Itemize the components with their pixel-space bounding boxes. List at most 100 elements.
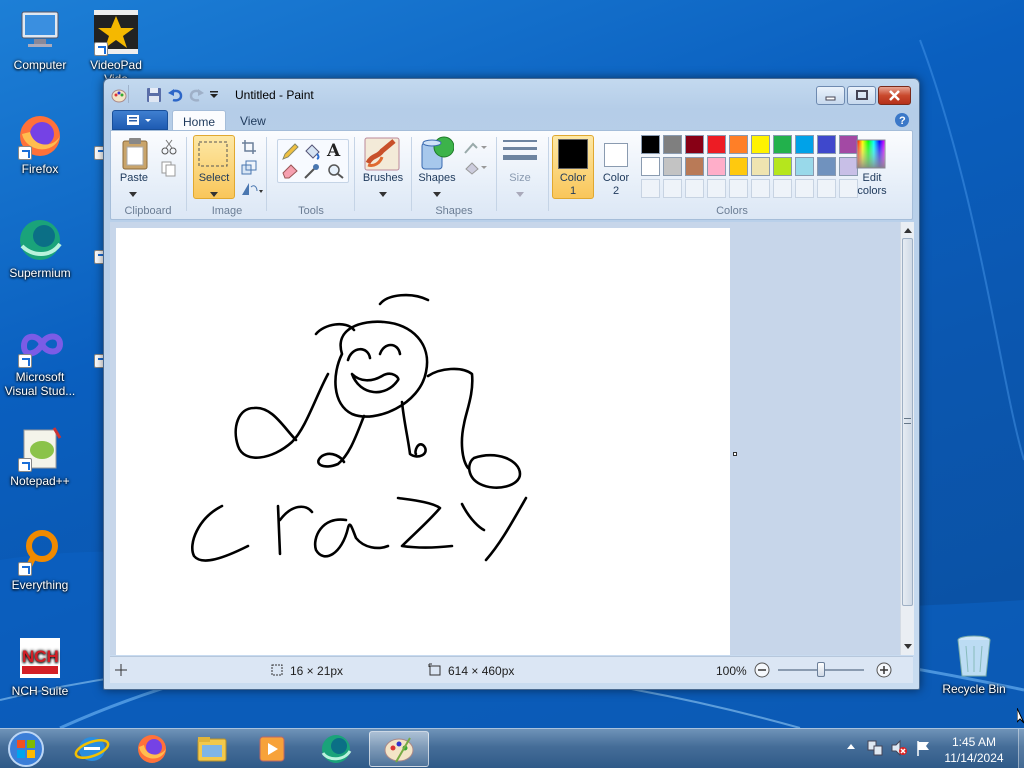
palette-swatch[interactable]	[751, 157, 770, 176]
canvas-resize-handle[interactable]	[733, 452, 737, 456]
fill-bucket-icon[interactable]	[303, 143, 321, 164]
palette-swatch[interactable]	[641, 135, 660, 154]
taskbar-paint[interactable]	[369, 731, 429, 767]
desktop-icon-label: Supermium	[9, 266, 71, 280]
volume-muted-icon[interactable]	[890, 739, 908, 760]
network-flag-icon[interactable]	[914, 739, 932, 760]
palette-swatch[interactable]	[707, 157, 726, 176]
paste-dropdown-arrow-icon[interactable]	[129, 187, 137, 201]
rotate-icon[interactable]	[241, 181, 265, 200]
palette-swatch[interactable]	[817, 157, 836, 176]
desktop-icon-nch-suite[interactable]: NCH NCH Suite	[0, 634, 80, 698]
size-icon[interactable]	[503, 139, 539, 168]
vertical-scrollbar[interactable]	[900, 222, 914, 655]
desktop-icon-recycle-bin[interactable]: Recycle Bin	[934, 632, 1014, 696]
palette-empty-swatch[interactable]	[641, 179, 660, 198]
palette-swatch[interactable]	[685, 135, 704, 154]
size-dropdown-arrow-icon[interactable]	[516, 187, 524, 201]
stroke-left-eye	[346, 347, 372, 362]
minimize-button[interactable]	[816, 86, 845, 105]
close-button[interactable]	[878, 86, 911, 105]
shapes-icon[interactable]	[420, 135, 455, 174]
title-bar[interactable]: Untitled - Paint	[104, 79, 919, 109]
shapes-dropdown-arrow-icon[interactable]	[433, 187, 441, 201]
color2-swatch[interactable]	[604, 143, 628, 167]
paste-button[interactable]	[120, 137, 152, 174]
copy-icon[interactable]	[161, 161, 177, 180]
tab-view[interactable]: View	[230, 110, 276, 131]
palette-swatch[interactable]	[817, 135, 836, 154]
palette-empty-swatch[interactable]	[795, 179, 814, 198]
brushes-icon[interactable]	[364, 137, 400, 174]
brushes-dropdown-arrow-icon[interactable]	[379, 187, 387, 201]
internet-explorer-icon	[74, 737, 110, 761]
text-tool-icon[interactable]: A	[327, 141, 340, 161]
zoom-out-button[interactable]	[754, 662, 770, 681]
palette-swatch[interactable]	[729, 135, 748, 154]
redo-icon[interactable]	[189, 87, 205, 103]
palette-swatch[interactable]	[707, 135, 726, 154]
select-dropdown-arrow-icon[interactable]	[210, 187, 218, 201]
palette-empty-swatch[interactable]	[729, 179, 748, 198]
undo-icon[interactable]	[167, 87, 183, 103]
desktop-icon-videopad[interactable]: VideoPad Vide	[76, 8, 156, 86]
computer-icon	[16, 8, 64, 56]
media-player-icon	[259, 736, 285, 762]
show-desktop-button[interactable]	[1018, 729, 1024, 768]
palette-swatch[interactable]	[773, 135, 792, 154]
crop-icon[interactable]	[241, 139, 257, 158]
desktop-icon-firefox[interactable]: Firefox	[0, 112, 80, 176]
pencil-icon[interactable]	[281, 143, 299, 164]
start-button[interactable]	[4, 729, 48, 768]
palette-empty-swatch[interactable]	[663, 179, 682, 198]
desktop-icon-notepadpp[interactable]: Notepad++	[0, 424, 80, 488]
fill-icon[interactable]	[463, 161, 489, 178]
taskbar-firefox[interactable]	[124, 731, 180, 767]
drawing-canvas[interactable]	[116, 228, 730, 655]
stroke-left-leg	[317, 414, 366, 468]
scroll-up-arrow-icon[interactable]	[903, 224, 913, 238]
palette-swatch[interactable]	[663, 157, 682, 176]
taskbar-file-explorer[interactable]	[184, 731, 240, 767]
show-hidden-icons-arrow-icon[interactable]	[846, 741, 856, 755]
palette-empty-swatch[interactable]	[773, 179, 792, 198]
taskbar-internet-explorer[interactable]	[64, 731, 120, 767]
cut-icon[interactable]	[161, 139, 177, 158]
taskbar-supermium[interactable]	[308, 731, 364, 767]
palette-swatch[interactable]	[729, 157, 748, 176]
save-icon[interactable]	[146, 87, 162, 103]
color-picker-icon[interactable]	[303, 163, 321, 182]
desktop-icon-visual-studio[interactable]: Microsoft Visual Stud...	[0, 320, 80, 398]
eraser-icon[interactable]	[281, 163, 299, 182]
help-icon[interactable]: ?	[894, 112, 910, 131]
maximize-button[interactable]	[847, 86, 876, 105]
customize-qat-icon[interactable]	[209, 89, 225, 105]
zoom-in-button[interactable]	[876, 662, 892, 681]
palette-empty-swatch[interactable]	[685, 179, 704, 198]
desktop-icon-supermium[interactable]: Supermium	[0, 216, 80, 280]
resize-icon[interactable]	[241, 160, 257, 179]
palette-empty-swatch[interactable]	[817, 179, 836, 198]
taskbar-media-player[interactable]	[244, 731, 300, 767]
magnifier-icon[interactable]	[327, 163, 345, 182]
palette-swatch[interactable]	[795, 135, 814, 154]
desktop-icon-computer[interactable]: Computer	[0, 8, 80, 72]
palette-empty-swatch[interactable]	[707, 179, 726, 198]
palette-swatch[interactable]	[773, 157, 792, 176]
palette-swatch[interactable]	[641, 157, 660, 176]
file-menu-button[interactable]	[112, 110, 168, 130]
desktop-icon-everything[interactable]: Everything	[0, 528, 80, 592]
paint-app-icon[interactable]	[111, 87, 127, 103]
edit-colors-icon[interactable]	[856, 139, 886, 172]
palette-swatch[interactable]	[685, 157, 704, 176]
palette-swatch[interactable]	[663, 135, 682, 154]
tab-home[interactable]: Home	[172, 110, 227, 131]
palette-empty-swatch[interactable]	[751, 179, 770, 198]
action-center-icon[interactable]	[866, 739, 884, 760]
zoom-slider-thumb[interactable]	[817, 662, 825, 677]
palette-swatch[interactable]	[751, 135, 770, 154]
system-clock[interactable]: 1:45 AM 11/14/2024	[932, 734, 1016, 766]
scroll-down-arrow-icon[interactable]	[903, 640, 913, 654]
outline-icon[interactable]	[463, 141, 489, 158]
palette-swatch[interactable]	[795, 157, 814, 176]
